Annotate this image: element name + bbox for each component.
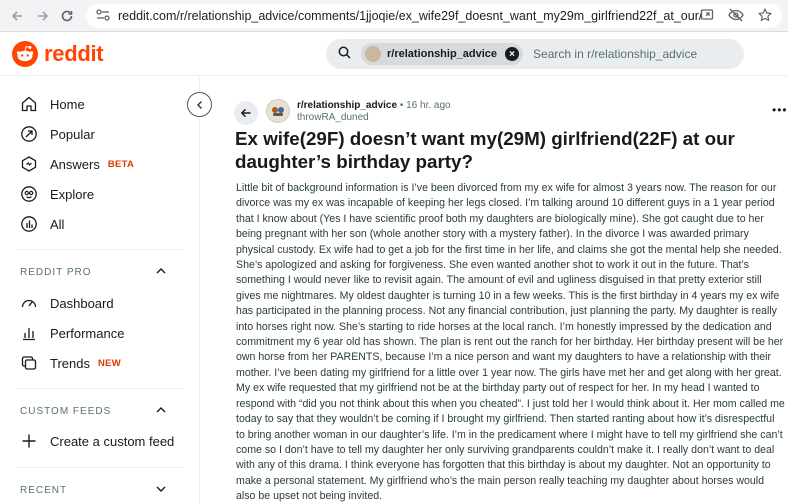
chevron-down-icon[interactable]: [155, 482, 167, 500]
forward-arrow-icon[interactable]: [30, 3, 56, 29]
answers-icon: [21, 156, 37, 172]
sidebar-item-explore[interactable]: Explore: [20, 185, 94, 203]
search-icon: [338, 46, 351, 62]
subreddit-link[interactable]: r/relationship_advice: [297, 100, 397, 111]
clear-chip-icon[interactable]: ×: [505, 47, 520, 61]
sidebar-item-performance[interactable]: Performance: [20, 324, 124, 342]
section-title-custom-feeds[interactable]: CUSTOM FEEDS: [20, 406, 111, 417]
author-link[interactable]: throwRA_duned: [297, 112, 369, 123]
url-text[interactable]: reddit.com/r/relationship_advice/comment…: [118, 9, 702, 23]
reddit-snoo-icon: [12, 41, 38, 67]
performance-icon: [23, 328, 35, 341]
section-title-recent[interactable]: RECENT: [20, 485, 67, 496]
tracking-protection-icon[interactable]: [728, 8, 744, 25]
reddit-header: reddit r/relationship_advice × Search in…: [0, 32, 788, 76]
explore-icon: [21, 186, 37, 202]
post-meta: r/relationship_advice • 16 hr. ago: [297, 100, 451, 111]
popular-icon: [21, 126, 37, 142]
sidebar-item-label: Performance: [50, 325, 125, 341]
chevron-up-icon[interactable]: [155, 403, 167, 421]
dashboard-icon: [21, 299, 37, 308]
sidebar-divider: [16, 249, 184, 250]
section-title-reddit-pro[interactable]: REDDIT PRO: [20, 267, 92, 278]
sidebar-item-label: Trends: [50, 355, 90, 371]
open-in-app-icon[interactable]: [700, 8, 714, 25]
site-settings-icon[interactable]: [96, 8, 110, 24]
subreddit-avatar-icon[interactable]: [266, 99, 290, 123]
search-input[interactable]: Search in r/relationship_advice: [533, 47, 697, 61]
beta-badge: BETA: [107, 158, 135, 170]
sidebar-item-create-custom-feed[interactable]: Create a custom feed: [20, 432, 174, 450]
logo-wordmark: reddit: [44, 41, 104, 66]
sidebar-item-label: Home: [50, 96, 85, 112]
sidebar-item-popular[interactable]: Popular: [20, 125, 95, 143]
sidebar-divider: [16, 467, 184, 468]
plus-icon: [22, 434, 36, 448]
back-arrow-icon: [240, 108, 251, 118]
back-button[interactable]: [234, 101, 258, 125]
post-title: Ex wife(29F) doesn’t want my(29M) girlfr…: [235, 128, 735, 172]
chevron-up-icon[interactable]: [155, 264, 167, 282]
chevron-left-icon: [196, 100, 202, 109]
chip-label: r/relationship_advice: [387, 48, 498, 60]
bookmark-star-icon[interactable]: [757, 7, 773, 25]
more-options-icon[interactable]: •••: [772, 103, 788, 117]
sidebar-item-label: Create a custom feed: [50, 433, 175, 449]
sidebar-item-answers[interactable]: Answers BETA: [20, 155, 134, 173]
left-sidebar: Home Popular Answers BETA Explore All RE…: [0, 77, 200, 504]
sidebar-item-home[interactable]: Home: [20, 95, 85, 113]
back-arrow-icon[interactable]: [4, 3, 30, 29]
sidebar-item-label: Answers: [50, 156, 100, 172]
subreddit-avatar-icon: [365, 46, 381, 62]
address-bar[interactable]: reddit.com/r/relationship_advice/comment…: [86, 4, 782, 28]
subreddit-search-chip[interactable]: r/relationship_advice ×: [361, 43, 524, 65]
sidebar-divider: [16, 388, 184, 389]
sidebar-item-label: All: [50, 216, 65, 232]
post-body: Little bit of background information is …: [236, 182, 785, 503]
search-bar[interactable]: r/relationship_advice × Search in r/rela…: [326, 39, 744, 69]
new-badge: NEW: [97, 357, 122, 369]
sidebar-item-label: Popular: [50, 126, 95, 142]
reload-icon[interactable]: [54, 3, 80, 29]
trends-icon: [21, 356, 37, 370]
browser-toolbar: reddit.com/r/relationship_advice/comment…: [0, 0, 788, 32]
post-age: • 16 hr. ago: [399, 100, 451, 111]
sidebar-item-label: Dashboard: [50, 295, 114, 311]
reddit-logo[interactable]: reddit: [12, 41, 104, 67]
sidebar-item-label: Explore: [50, 186, 95, 202]
sidebar-item-trends[interactable]: Trends NEW: [20, 354, 121, 372]
sidebar-item-dashboard[interactable]: Dashboard: [20, 294, 114, 312]
sidebar-item-all[interactable]: All: [20, 215, 64, 233]
all-icon: [21, 216, 37, 232]
home-icon: [21, 96, 37, 112]
collapse-sidebar-button[interactable]: [187, 92, 212, 117]
